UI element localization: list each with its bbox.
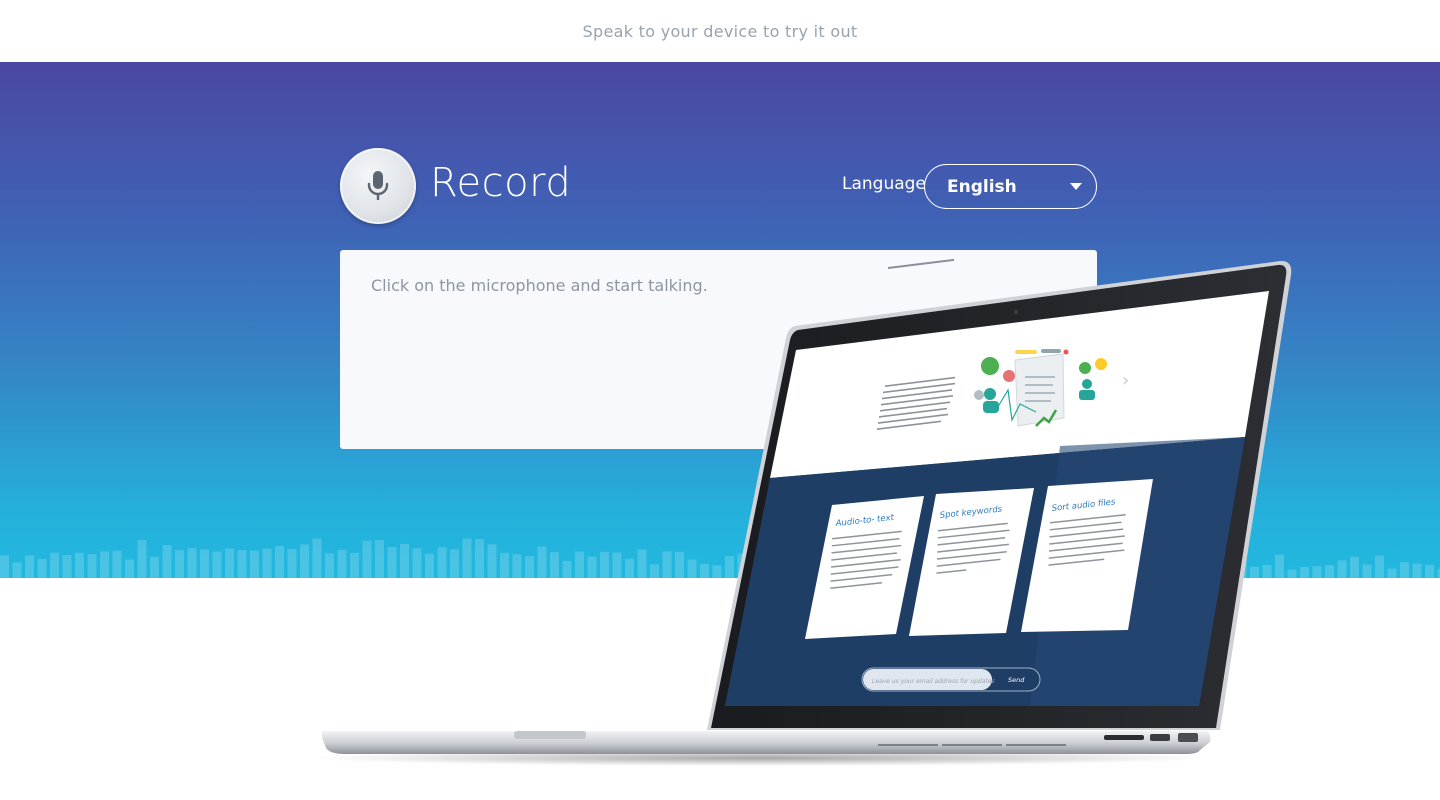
wave-bar: [100, 551, 109, 578]
screen-send-label: Send: [1008, 676, 1025, 684]
microphone-button[interactable]: [340, 148, 416, 224]
wave-bar: [62, 555, 72, 578]
language-select[interactable]: English: [924, 164, 1097, 209]
screen-hero-text: [888, 258, 954, 269]
wave-bar: [1362, 564, 1372, 578]
record-title: Record: [430, 160, 572, 206]
microphone-icon: [367, 171, 389, 200]
wave-bar: [1325, 565, 1334, 578]
wave-bar: [50, 552, 59, 578]
svg-text:›: ›: [1122, 370, 1129, 391]
wave-bar: [1375, 555, 1384, 578]
wave-bar: [1387, 568, 1397, 578]
wave-bar: [75, 552, 84, 578]
screen-email-form: Leave us your email address for updates …: [861, 667, 1041, 692]
wave-bar: [200, 549, 209, 578]
wave-bar: [1412, 563, 1422, 578]
laptop-illustration: › Audio-to- text Spot keywords Sort audi…: [320, 258, 1292, 766]
wave-bar: [1425, 564, 1434, 578]
wave-bar: [12, 562, 22, 578]
wave-bar: [87, 554, 97, 578]
wave-bar: [1312, 566, 1322, 578]
wave-bar: [1400, 562, 1409, 578]
wave-bar: [0, 555, 9, 578]
wave-bar: [175, 550, 184, 578]
wave-bar: [150, 556, 159, 578]
wave-bar: [250, 550, 259, 578]
wave-bar: [112, 550, 122, 578]
wave-bar: [287, 548, 297, 578]
wave-bar: [1300, 567, 1309, 578]
language-label: Language: [842, 174, 926, 194]
wave-bar: [187, 548, 197, 578]
laptop-base: [322, 731, 1211, 754]
wave-bar: [162, 545, 172, 578]
wave-bar: [1350, 556, 1359, 578]
language-selected-value: English: [947, 176, 1017, 197]
wave-bar: [37, 558, 47, 578]
chevron-down-icon: [1070, 183, 1082, 190]
wave-bar: [25, 555, 34, 578]
wave-bar: [137, 540, 147, 578]
wave-bar: [212, 551, 222, 578]
wave-bar: [237, 550, 247, 578]
page: Speak to your device to try it out Recor…: [0, 0, 1440, 800]
screen-email-placeholder: Leave us your email address for updates: [872, 678, 995, 685]
tagline: Speak to your device to try it out: [582, 22, 858, 41]
wave-bar: [300, 544, 309, 578]
wave-bar: [125, 559, 134, 578]
wave-bar: [262, 548, 272, 578]
wave-bar: [225, 548, 234, 578]
wave-bar: [275, 545, 284, 578]
wave-bar: [1337, 560, 1347, 578]
